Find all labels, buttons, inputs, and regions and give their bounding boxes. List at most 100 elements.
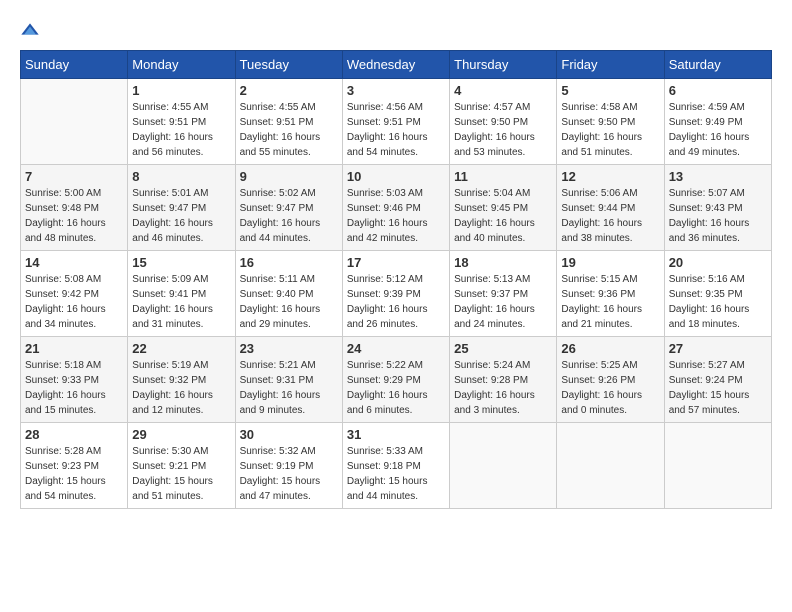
calendar-cell: 2Sunrise: 4:55 AM Sunset: 9:51 PM Daylig… — [235, 79, 342, 165]
calendar-cell: 26 Sunrise: 5:25 AM Sunset: 9:26 PM Dayli… — [557, 337, 664, 423]
calendar-cell: 1 Sunrise: 4:55 AM Sunset: 9:51 PM Daylig… — [128, 79, 235, 165]
calendar-cell: 4Sunrise: 4:57 AM Sunset: 9:50 PM Daylig… — [450, 79, 557, 165]
day-info: Sunrise: 5:07 AM Sunset: 9:43 PM Dayligh… — [669, 186, 767, 246]
calendar-cell: 27Sunrise: 5:27 AM Sunset: 9:24 PM Dayli… — [664, 337, 771, 423]
header — [20, 20, 772, 40]
calendar-header-row: SundayMondayTuesdayWednesdayThursdayFrid… — [21, 51, 772, 79]
day-number: 24 — [347, 341, 445, 356]
day-info: Sunrise: 5:22 AM Sunset: 9:29 PM Dayligh… — [347, 358, 445, 418]
logo-icon — [20, 20, 40, 40]
calendar-cell: 3Sunrise: 4:56 AM Sunset: 9:51 PM Daylig… — [342, 79, 449, 165]
day-number: 9 — [240, 169, 338, 184]
header-day-monday: Monday — [128, 51, 235, 79]
day-info: Sunrise: 5:30 AM Sunset: 9:21 PM Dayligh… — [132, 444, 230, 504]
calendar-cell: 23 Sunrise: 5:21 AM Sunset: 9:31 PM Dayli… — [235, 337, 342, 423]
header-day-wednesday: Wednesday — [342, 51, 449, 79]
calendar-cell: 17Sunrise: 5:12 AM Sunset: 9:39 PM Dayli… — [342, 251, 449, 337]
day-number: 14 — [25, 255, 123, 270]
calendar-cell: 19 Sunrise: 5:15 AM Sunset: 9:36 PM Dayli… — [557, 251, 664, 337]
day-info: Sunrise: 5:00 AM Sunset: 9:48 PM Dayligh… — [25, 186, 123, 246]
day-info: Sunrise: 5:25 AM Sunset: 9:26 PM Dayligh… — [561, 358, 659, 418]
calendar-cell — [664, 423, 771, 509]
day-number: 6 — [669, 83, 767, 98]
day-info: Sunrise: 5:09 AM Sunset: 9:41 PM Dayligh… — [132, 272, 230, 332]
calendar-cell: 10 Sunrise: 5:03 AM Sunset: 9:46 PM Dayli… — [342, 165, 449, 251]
calendar-cell: 5 Sunrise: 4:58 AM Sunset: 9:50 PM Daylig… — [557, 79, 664, 165]
day-number: 7 — [25, 169, 123, 184]
calendar-cell: 25 Sunrise: 5:24 AM Sunset: 9:28 PM Dayli… — [450, 337, 557, 423]
header-day-sunday: Sunday — [21, 51, 128, 79]
day-info: Sunrise: 5:13 AM Sunset: 9:37 PM Dayligh… — [454, 272, 552, 332]
day-number: 3 — [347, 83, 445, 98]
header-day-saturday: Saturday — [664, 51, 771, 79]
day-info: Sunrise: 5:33 AM Sunset: 9:18 PM Dayligh… — [347, 444, 445, 504]
day-info: Sunrise: 4:55 AM Sunset: 9:51 PM Dayligh… — [240, 100, 338, 160]
day-number: 8 — [132, 169, 230, 184]
calendar-week-row: 7 Sunrise: 5:00 AM Sunset: 9:48 PM Daylig… — [21, 165, 772, 251]
day-number: 19 — [561, 255, 659, 270]
day-info: Sunrise: 5:24 AM Sunset: 9:28 PM Dayligh… — [454, 358, 552, 418]
day-number: 23 — [240, 341, 338, 356]
day-number: 1 — [132, 83, 230, 98]
day-info: Sunrise: 5:01 AM Sunset: 9:47 PM Dayligh… — [132, 186, 230, 246]
day-number: 13 — [669, 169, 767, 184]
day-number: 26 — [561, 341, 659, 356]
calendar-cell: 14 Sunrise: 5:08 AM Sunset: 9:42 PM Dayli… — [21, 251, 128, 337]
day-info: Sunrise: 5:08 AM Sunset: 9:42 PM Dayligh… — [25, 272, 123, 332]
day-number: 25 — [454, 341, 552, 356]
calendar-cell: 11 Sunrise: 5:04 AM Sunset: 9:45 PM Dayli… — [450, 165, 557, 251]
calendar-cell: 16Sunrise: 5:11 AM Sunset: 9:40 PM Dayli… — [235, 251, 342, 337]
calendar-cell: 15 Sunrise: 5:09 AM Sunset: 9:41 PM Dayli… — [128, 251, 235, 337]
day-info: Sunrise: 5:02 AM Sunset: 9:47 PM Dayligh… — [240, 186, 338, 246]
day-info: Sunrise: 4:59 AM Sunset: 9:49 PM Dayligh… — [669, 100, 767, 160]
day-info: Sunrise: 5:04 AM Sunset: 9:45 PM Dayligh… — [454, 186, 552, 246]
calendar-cell: 8 Sunrise: 5:01 AM Sunset: 9:47 PM Daylig… — [128, 165, 235, 251]
day-number: 20 — [669, 255, 767, 270]
calendar-cell: 29Sunrise: 5:30 AM Sunset: 9:21 PM Dayli… — [128, 423, 235, 509]
day-info: Sunrise: 4:55 AM Sunset: 9:51 PM Dayligh… — [132, 100, 230, 160]
day-info: Sunrise: 5:32 AM Sunset: 9:19 PM Dayligh… — [240, 444, 338, 504]
calendar-cell — [21, 79, 128, 165]
calendar-week-row: 1 Sunrise: 4:55 AM Sunset: 9:51 PM Daylig… — [21, 79, 772, 165]
day-number: 11 — [454, 169, 552, 184]
day-number: 15 — [132, 255, 230, 270]
calendar-week-row: 21 Sunrise: 5:18 AM Sunset: 9:33 PM Dayli… — [21, 337, 772, 423]
logo — [20, 20, 44, 40]
calendar-cell: 22Sunrise: 5:19 AM Sunset: 9:32 PM Dayli… — [128, 337, 235, 423]
day-info: Sunrise: 5:06 AM Sunset: 9:44 PM Dayligh… — [561, 186, 659, 246]
calendar-cell: 24 Sunrise: 5:22 AM Sunset: 9:29 PM Dayli… — [342, 337, 449, 423]
calendar-cell: 18 Sunrise: 5:13 AM Sunset: 9:37 PM Dayli… — [450, 251, 557, 337]
calendar-week-row: 28Sunrise: 5:28 AM Sunset: 9:23 PM Dayli… — [21, 423, 772, 509]
day-number: 31 — [347, 427, 445, 442]
calendar-cell: 30Sunrise: 5:32 AM Sunset: 9:19 PM Dayli… — [235, 423, 342, 509]
day-info: Sunrise: 5:19 AM Sunset: 9:32 PM Dayligh… — [132, 358, 230, 418]
day-info: Sunrise: 5:27 AM Sunset: 9:24 PM Dayligh… — [669, 358, 767, 418]
day-info: Sunrise: 5:15 AM Sunset: 9:36 PM Dayligh… — [561, 272, 659, 332]
calendar-table: SundayMondayTuesdayWednesdayThursdayFrid… — [20, 50, 772, 509]
calendar-week-row: 14 Sunrise: 5:08 AM Sunset: 9:42 PM Dayli… — [21, 251, 772, 337]
header-day-friday: Friday — [557, 51, 664, 79]
header-day-tuesday: Tuesday — [235, 51, 342, 79]
calendar-cell: 31 Sunrise: 5:33 AM Sunset: 9:18 PM Dayli… — [342, 423, 449, 509]
day-info: Sunrise: 5:21 AM Sunset: 9:31 PM Dayligh… — [240, 358, 338, 418]
day-info: Sunrise: 5:11 AM Sunset: 9:40 PM Dayligh… — [240, 272, 338, 332]
calendar-cell: 12Sunrise: 5:06 AM Sunset: 9:44 PM Dayli… — [557, 165, 664, 251]
day-number: 18 — [454, 255, 552, 270]
day-number: 4 — [454, 83, 552, 98]
calendar-cell — [450, 423, 557, 509]
day-number: 21 — [25, 341, 123, 356]
day-number: 5 — [561, 83, 659, 98]
day-info: Sunrise: 4:58 AM Sunset: 9:50 PM Dayligh… — [561, 100, 659, 160]
header-day-thursday: Thursday — [450, 51, 557, 79]
day-info: Sunrise: 5:28 AM Sunset: 9:23 PM Dayligh… — [25, 444, 123, 504]
day-info: Sunrise: 5:16 AM Sunset: 9:35 PM Dayligh… — [669, 272, 767, 332]
calendar-cell: 6 Sunrise: 4:59 AM Sunset: 9:49 PM Daylig… — [664, 79, 771, 165]
day-info: Sunrise: 5:03 AM Sunset: 9:46 PM Dayligh… — [347, 186, 445, 246]
calendar-cell: 21 Sunrise: 5:18 AM Sunset: 9:33 PM Dayli… — [21, 337, 128, 423]
day-number: 10 — [347, 169, 445, 184]
day-info: Sunrise: 5:12 AM Sunset: 9:39 PM Dayligh… — [347, 272, 445, 332]
day-info: Sunrise: 5:18 AM Sunset: 9:33 PM Dayligh… — [25, 358, 123, 418]
calendar-cell — [557, 423, 664, 509]
calendar-cell: 28Sunrise: 5:28 AM Sunset: 9:23 PM Dayli… — [21, 423, 128, 509]
calendar-cell: 9 Sunrise: 5:02 AM Sunset: 9:47 PM Daylig… — [235, 165, 342, 251]
